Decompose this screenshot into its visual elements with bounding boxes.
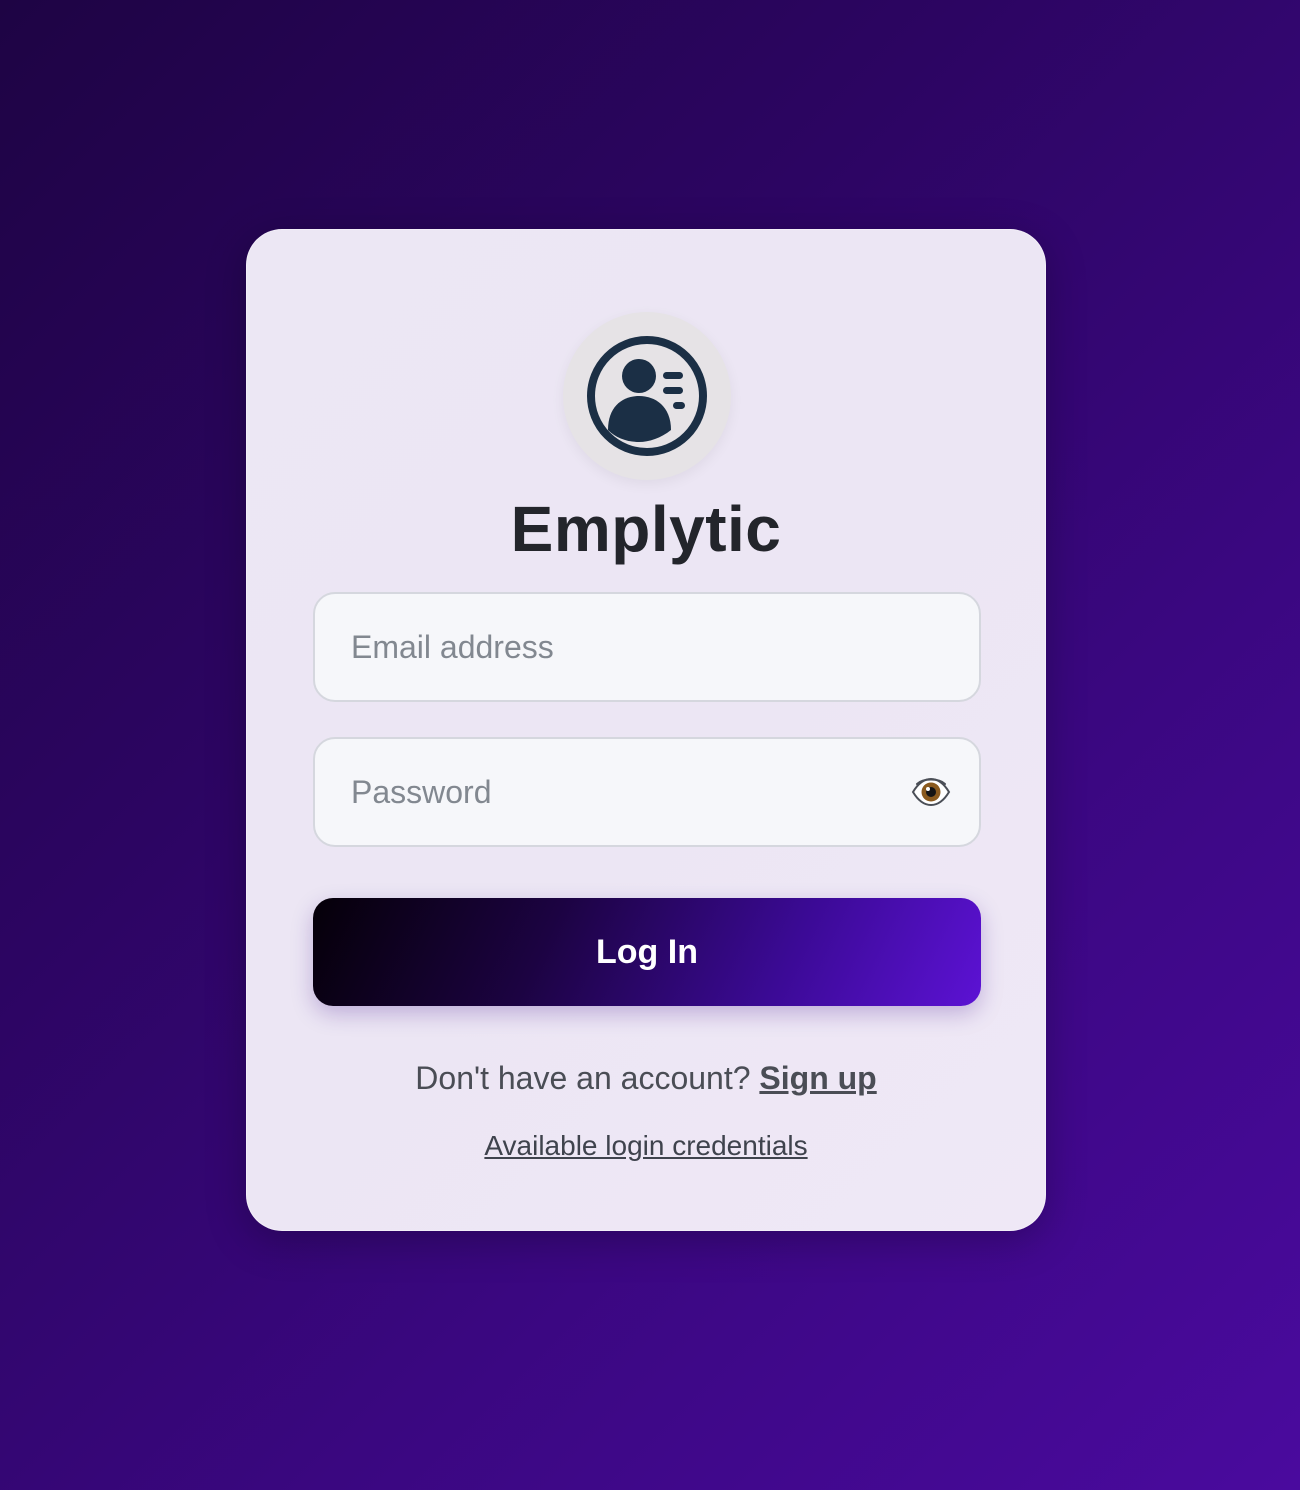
signup-prompt: Don't have an account? Sign up (247, 1060, 1045, 1097)
eye-icon[interactable] (911, 772, 951, 812)
signup-link[interactable]: Sign up (759, 1060, 876, 1096)
email-field[interactable] (315, 594, 979, 700)
credentials-link-container: Available login credentials (247, 1130, 1045, 1162)
login-card: Emplytic Log In Don't have an account? S… (246, 229, 1046, 1231)
app-title: Emplytic (510, 493, 782, 565)
user-profile-card-icon (587, 336, 707, 456)
password-field-container (313, 737, 981, 847)
logo-badge (563, 312, 731, 480)
password-field[interactable] (315, 739, 979, 845)
email-field-container (313, 592, 981, 702)
signup-prompt-text: Don't have an account? (415, 1060, 760, 1096)
login-button[interactable]: Log In (313, 898, 981, 1006)
credentials-link[interactable]: Available login credentials (484, 1130, 807, 1161)
